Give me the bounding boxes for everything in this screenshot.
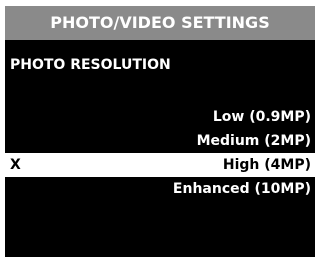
screen: PHOTO/VIDEO SETTINGS PHOTO RESOLUTION Lo… <box>0 0 322 268</box>
option-low[interactable]: Low (0.9MP) <box>5 105 315 129</box>
option-label: Low (0.9MP) <box>212 109 311 125</box>
resolution-options-list: Low (0.9MP) Medium (2MP) X High (4MP) En… <box>5 105 315 201</box>
option-medium[interactable]: Medium (2MP) <box>5 129 315 153</box>
settings-panel: PHOTO/VIDEO SETTINGS PHOTO RESOLUTION Lo… <box>5 6 315 257</box>
option-label: Enhanced (10MP) <box>172 181 311 197</box>
option-high[interactable]: X High (4MP) <box>5 153 315 177</box>
selection-mark: X <box>10 157 21 173</box>
header-title: PHOTO/VIDEO SETTINGS <box>5 6 315 40</box>
option-enhanced[interactable]: Enhanced (10MP) <box>5 177 315 201</box>
option-label: High (4MP) <box>222 157 311 173</box>
section-title: PHOTO RESOLUTION <box>10 57 171 73</box>
option-label: Medium (2MP) <box>196 133 311 149</box>
